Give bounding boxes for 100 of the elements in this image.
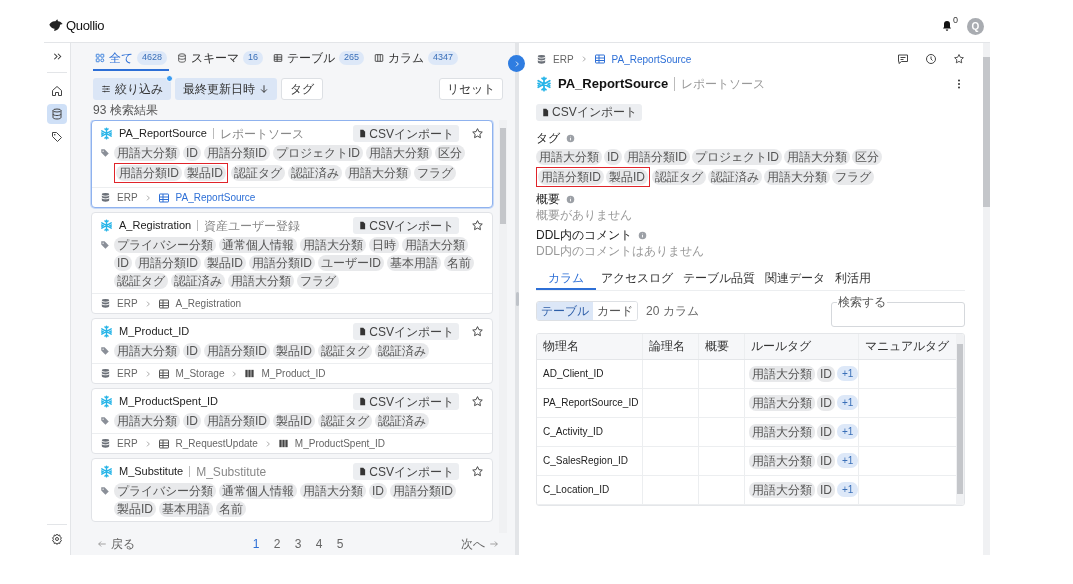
scrollbar[interactable] <box>499 120 507 533</box>
breadcrumb-link[interactable]: A_Registration <box>175 296 242 311</box>
more-tags-badge[interactable]: +1 <box>837 395 859 410</box>
result-card[interactable]: A_Registration 資産ユーザー登録 CSVインポート プライバシー分類 通常個人情報 用語大分類 日時 用語大分類 ID 用語分類ID 製品ID 用語分類ID ユーザーID 基本用語 名前 認証タグ 認証済み 用語大分類 フラグ ERP A_Registration <box>91 212 493 314</box>
home-icon <box>51 85 63 97</box>
comment-icon[interactable] <box>897 53 909 65</box>
tag: 用語大分類 <box>114 343 180 359</box>
result-card[interactable]: M_Product_ID CSVインポート 用語大分類 ID 用語分類ID 製品ID 認証タグ 認証済み ERP M_Storage M_Product_ID <box>91 318 493 384</box>
csv-import-button[interactable]: CSVインポート <box>353 217 459 234</box>
file-icon <box>358 327 368 336</box>
result-card[interactable]: M_ProductSpent_ID CSVインポート 用語大分類 ID 用語分類ID 製品ID 認証タグ 認証済み ERP R_RequestUpdate M_ProductSpent_ID <box>91 388 493 454</box>
breadcrumb-link[interactable]: M_ProductSpent_ID <box>294 436 385 451</box>
filter-button[interactable]: 最終更新日時 <box>175 78 277 100</box>
collapse-button[interactable] <box>508 55 525 72</box>
more-tags-badge[interactable]: +1 <box>837 366 859 381</box>
snowflake-icon <box>100 465 113 478</box>
breadcrumb-link[interactable]: ERP <box>117 190 138 205</box>
tag: 用語分類ID <box>135 255 201 271</box>
tag: 用語大分類 <box>366 145 432 161</box>
table-cell: C_SalesRegion_ID <box>537 446 643 475</box>
tag: 用語大分類 <box>784 148 850 165</box>
star-icon[interactable] <box>953 53 965 65</box>
resize-handle[interactable] <box>515 292 519 306</box>
tag: ID <box>183 343 201 359</box>
asset-name[interactable]: A_Registration <box>119 217 192 234</box>
filter-tab[interactable]: 全て 4628 <box>93 49 170 71</box>
result-card[interactable]: PA_ReportSource レポートソース CSVインポート 用語大分類 ID 用語分類ID プロジェクトID 用語大分類 区分 用語分類ID 製品ID 認証タグ 認証済み 用語大分類 フラグ ERP PA_ReportSource <box>91 120 493 208</box>
page-link[interactable]: 3 <box>287 535 309 553</box>
next-link[interactable]: 次へ <box>461 535 499 553</box>
asset-name[interactable]: M_ProductSpent_ID <box>119 393 219 410</box>
breadcrumb-link[interactable]: ERP <box>117 436 138 451</box>
breadcrumb-link[interactable]: PA_ReportSource <box>611 51 692 67</box>
expand-icon[interactable] <box>51 51 63 62</box>
detail-tab[interactable]: 利活用 <box>830 267 876 290</box>
detail-tab[interactable]: テーブル品質 <box>678 267 760 290</box>
tag: 製品ID <box>273 413 315 429</box>
asset-name[interactable]: M_Substitute <box>119 463 184 480</box>
more-tags-badge[interactable]: +1 <box>837 482 859 497</box>
star-icon[interactable] <box>471 127 484 140</box>
tag: 認証済み <box>375 413 429 429</box>
detail-tab[interactable]: カラム <box>536 267 596 290</box>
star-icon[interactable] <box>471 465 484 478</box>
detail-tab[interactable]: アクセスログ <box>596 267 678 290</box>
breadcrumb-link[interactable]: R_RequestUpdate <box>175 436 258 451</box>
asset-name[interactable]: PA_ReportSource <box>119 125 207 142</box>
column-header: マニュアルタグ <box>864 338 950 355</box>
bell-icon[interactable] <box>941 20 953 32</box>
csv-import-button[interactable]: CSVインポート <box>536 103 642 121</box>
tag-icon <box>51 131 63 143</box>
history-icon[interactable] <box>925 53 937 65</box>
tag: ID <box>183 413 201 429</box>
prev-link[interactable]: 戻る <box>97 535 135 553</box>
tag: ID <box>604 148 622 165</box>
summary-text: 概要がありません <box>536 207 633 223</box>
result-card[interactable]: M_Substitute M_Substitute CSVインポート プライバシー分類 通常個人情報 用語大分類 ID 用語分類ID 製品ID 基本用語 名前 <box>91 458 493 522</box>
nav-button[interactable] <box>47 104 67 124</box>
detail-tab[interactable]: 関連データ <box>760 267 830 290</box>
tag-icon <box>100 486 110 496</box>
view-toggle[interactable]: テーブル <box>537 301 593 320</box>
columns-icon <box>277 438 289 449</box>
star-icon[interactable] <box>471 395 484 408</box>
tag: 認証タグ <box>652 168 706 185</box>
tag: 認証済み <box>375 343 429 359</box>
breadcrumb-link[interactable]: M_Product_ID <box>261 366 326 381</box>
info-icon <box>566 133 575 143</box>
star-icon[interactable] <box>471 219 484 232</box>
tag: 名前 <box>444 255 474 271</box>
filter-tab[interactable]: テーブル 265 <box>271 49 367 71</box>
scrollbar[interactable] <box>956 333 964 505</box>
settings-icon[interactable] <box>51 533 63 545</box>
breadcrumb-link[interactable]: M_Storage <box>175 366 225 381</box>
filter-button[interactable]: タグ <box>281 78 323 100</box>
page-link[interactable]: 5 <box>329 535 351 553</box>
database-icon <box>100 192 111 203</box>
reset-button[interactable]: リセット <box>439 78 503 100</box>
csv-import-button[interactable]: CSVインポート <box>353 125 459 142</box>
breadcrumb-link[interactable]: PA_ReportSource <box>175 190 256 205</box>
csv-import-button[interactable]: CSVインポート <box>353 323 459 340</box>
asset-name[interactable]: M_Product_ID <box>119 323 190 340</box>
scrollbar[interactable] <box>983 43 990 555</box>
filter-tab[interactable]: カラム 4347 <box>372 49 461 71</box>
breadcrumb-link[interactable]: ERP <box>117 296 138 311</box>
csv-import-button[interactable]: CSVインポート <box>353 393 459 410</box>
more-tags-badge[interactable]: +1 <box>837 424 859 439</box>
page-link[interactable]: 2 <box>266 535 288 553</box>
column-count: 20 カラム <box>646 302 699 320</box>
arrow-down-icon <box>259 84 269 94</box>
star-icon[interactable] <box>471 325 484 338</box>
breadcrumb-link[interactable]: ERP <box>117 366 138 381</box>
column-header: 論理名 <box>643 333 699 359</box>
filter-button[interactable]: 絞り込み <box>93 78 171 100</box>
database-icon <box>100 298 111 309</box>
columns-icon <box>244 368 256 379</box>
page-link[interactable]: 4 <box>308 535 330 553</box>
more-tags-badge[interactable]: +1 <box>837 453 859 468</box>
file-icon <box>358 221 368 230</box>
breadcrumb-link[interactable]: ERP <box>553 51 574 67</box>
filter-tab[interactable]: スキーマ 16 <box>175 49 266 71</box>
csv-import-button[interactable]: CSVインポート <box>353 463 459 480</box>
page-link[interactable]: 1 <box>245 535 267 553</box>
